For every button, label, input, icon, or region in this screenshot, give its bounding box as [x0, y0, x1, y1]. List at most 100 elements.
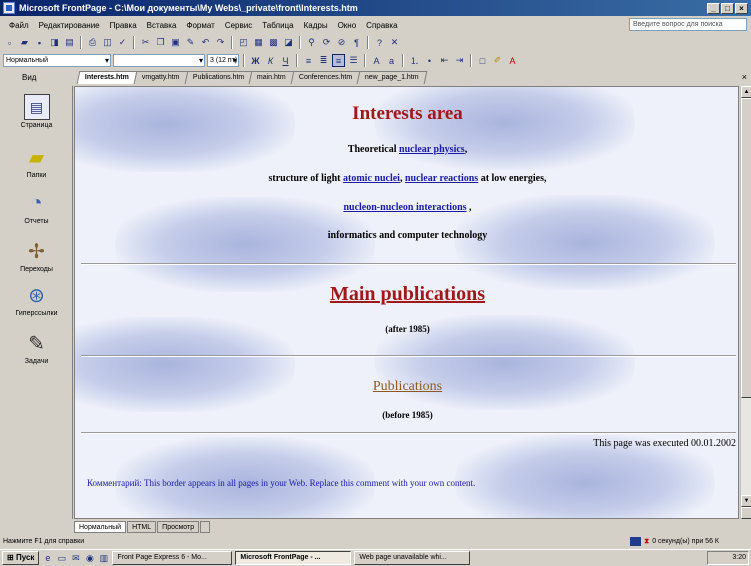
- nucleon-interactions-link[interactable]: nucleon-nucleon interactions: [343, 202, 466, 213]
- save-icon[interactable]: ▪: [33, 36, 46, 49]
- nuclear-reactions-link[interactable]: nuclear reactions: [405, 173, 478, 184]
- scroll-thumb[interactable]: [741, 98, 751, 398]
- stop-icon[interactable]: ⊘: [335, 36, 348, 49]
- executed-date-text: This page was executed 00.01.2002: [593, 438, 736, 449]
- copy-icon[interactable]: ❐: [154, 36, 167, 49]
- show-all-icon[interactable]: ¶: [350, 36, 363, 49]
- menu-table[interactable]: Таблица: [257, 21, 298, 30]
- task-microsoft-frontpage[interactable]: Microsoft FrontPage - ...: [235, 551, 352, 565]
- scroll-down-icon[interactable]: ▼: [741, 495, 751, 507]
- publications-link[interactable]: Publications: [75, 379, 738, 395]
- scroll-up-icon[interactable]: ▲: [741, 86, 751, 98]
- new-page-icon[interactable]: ▫: [3, 36, 16, 49]
- vertical-scrollbar[interactable]: ▲ ▼: [740, 86, 751, 519]
- publish-icon[interactable]: ◨: [48, 36, 61, 49]
- preview-icon[interactable]: ◫: [101, 36, 114, 49]
- tab-conferences[interactable]: Conferences.htm: [290, 71, 361, 84]
- quicklaunch-desktop-icon[interactable]: ▭: [56, 553, 67, 564]
- border-icon[interactable]: □: [476, 54, 489, 67]
- italic-icon[interactable]: К: [264, 54, 277, 67]
- font-color-icon[interactable]: A: [506, 54, 519, 67]
- close-button[interactable]: ×: [735, 2, 748, 14]
- hyperlink-icon[interactable]: ⚲: [305, 36, 318, 49]
- increase-font-icon[interactable]: A: [370, 54, 383, 67]
- style-select[interactable]: Нормальный: [3, 54, 111, 67]
- insert-table-icon[interactable]: ▦: [252, 36, 265, 49]
- decrease-indent-icon[interactable]: ⇤: [438, 54, 451, 67]
- menu-edit[interactable]: Редактирование: [34, 21, 105, 30]
- quicklaunch-ie-icon[interactable]: e: [42, 553, 53, 564]
- undo-icon[interactable]: ↶: [199, 36, 212, 49]
- menu-insert[interactable]: Вставка: [142, 21, 182, 30]
- shared-border-comment[interactable]: Комментарий: This border appears in all …: [87, 478, 475, 488]
- quicklaunch-media-icon[interactable]: ◉: [84, 553, 95, 564]
- folder-list-icon[interactable]: ▤: [63, 36, 76, 49]
- atomic-nuclei-link[interactable]: atomic nuclei: [343, 173, 400, 184]
- align-center-icon[interactable]: ≣: [317, 54, 330, 67]
- format-painter-icon[interactable]: ✎: [184, 36, 197, 49]
- open-icon[interactable]: ▰: [18, 36, 31, 49]
- paste-icon[interactable]: ▣: [169, 36, 182, 49]
- underline-icon[interactable]: Ч: [279, 54, 292, 67]
- toolbar-separator: [231, 36, 233, 49]
- task-frontpage-express[interactable]: Front Page Express 6 - Mo...: [112, 551, 233, 565]
- bullets-icon[interactable]: •: [423, 54, 436, 67]
- quicklaunch-explorer-icon[interactable]: ▥: [98, 553, 109, 564]
- view-reports[interactable]: ◔ Отчеты: [0, 190, 73, 226]
- close-doc-icon[interactable]: ✕: [388, 36, 401, 49]
- menu-help[interactable]: Справка: [361, 21, 402, 30]
- tab-scroll-left[interactable]: [200, 520, 211, 533]
- tab-preview[interactable]: Просмотр: [157, 520, 200, 533]
- font-size-select[interactable]: 3 (12 пт): [207, 54, 239, 67]
- numbering-icon[interactable]: ⒈: [408, 54, 421, 67]
- menu-file[interactable]: Файл: [4, 21, 34, 30]
- web-component-icon[interactable]: ◰: [237, 36, 250, 49]
- refresh-icon[interactable]: ⟳: [320, 36, 333, 49]
- view-hyperlinks[interactable]: ⊛ Гиперссылки: [0, 282, 73, 318]
- minimize-button[interactable]: _: [707, 2, 720, 14]
- tab-interests[interactable]: Interests.htm: [76, 71, 138, 84]
- start-button[interactable]: ⊞ Пуск: [2, 551, 40, 565]
- page-editor[interactable]: Interests area Theoretical nuclear physi…: [74, 86, 739, 519]
- justify-icon[interactable]: ☰: [347, 54, 360, 67]
- menu-tools[interactable]: Сервис: [220, 21, 257, 30]
- line1-suffix: ,: [464, 144, 468, 155]
- view-page[interactable]: ▤ Страница: [0, 94, 73, 129]
- nuclear-physics-link[interactable]: nuclear physics: [399, 144, 465, 155]
- increase-indent-icon[interactable]: ⇥: [453, 54, 466, 67]
- quicklaunch-outlook-icon[interactable]: ✉: [70, 553, 81, 564]
- drawing-icon[interactable]: ◪: [282, 36, 295, 49]
- highlight-icon[interactable]: ✐: [491, 54, 504, 67]
- align-right-icon[interactable]: ≡: [332, 54, 345, 67]
- spelling-icon[interactable]: ✓: [116, 36, 129, 49]
- decrease-font-icon[interactable]: a: [385, 54, 398, 67]
- menu-view[interactable]: Правка: [105, 21, 142, 30]
- view-folders[interactable]: ▰ Папки: [0, 144, 73, 180]
- help-search-input[interactable]: Введите вопрос для поиска: [629, 18, 747, 31]
- tab-new-page[interactable]: new_page_1.htm: [356, 71, 428, 84]
- close-tab-icon[interactable]: ×: [742, 72, 747, 82]
- view-navigation[interactable]: ✢ Переходы: [0, 238, 73, 274]
- view-tasks[interactable]: ✎ Задачи: [0, 330, 73, 366]
- task-web-page-unavailable[interactable]: Web page unavailable whi...: [354, 551, 471, 565]
- tab-html[interactable]: HTML: [127, 520, 157, 533]
- font-select[interactable]: [113, 54, 205, 67]
- tab-publications[interactable]: Publications.htm: [184, 71, 253, 84]
- insert-picture-icon[interactable]: ▩: [267, 36, 280, 49]
- tab-vmgatty[interactable]: vmgatty.htm: [133, 71, 188, 84]
- menu-format[interactable]: Формат: [181, 21, 219, 30]
- print-icon[interactable]: ⎙: [86, 36, 99, 49]
- reports-icon: ◔: [30, 191, 43, 214]
- menu-window[interactable]: Окно: [333, 21, 362, 30]
- tab-main[interactable]: main.htm: [248, 71, 295, 84]
- menu-frames[interactable]: Кадры: [299, 21, 333, 30]
- cut-icon[interactable]: ✂: [139, 36, 152, 49]
- align-left-icon[interactable]: ≡: [302, 54, 315, 67]
- bold-icon[interactable]: Ж: [249, 54, 262, 67]
- maximize-button[interactable]: □: [721, 2, 734, 14]
- standard-toolbar: ▫ ▰ ▪ ◨ ▤ ⎙ ◫ ✓ ✂ ❐ ▣ ✎ ↶ ↷ ◰ ▦ ▩ ◪ ⚲ ⟳ …: [0, 34, 751, 51]
- view-navigation-label: Переходы: [20, 266, 53, 273]
- redo-icon[interactable]: ↷: [214, 36, 227, 49]
- help-icon[interactable]: ?: [373, 36, 386, 49]
- tab-normal[interactable]: Нормальный: [74, 520, 127, 533]
